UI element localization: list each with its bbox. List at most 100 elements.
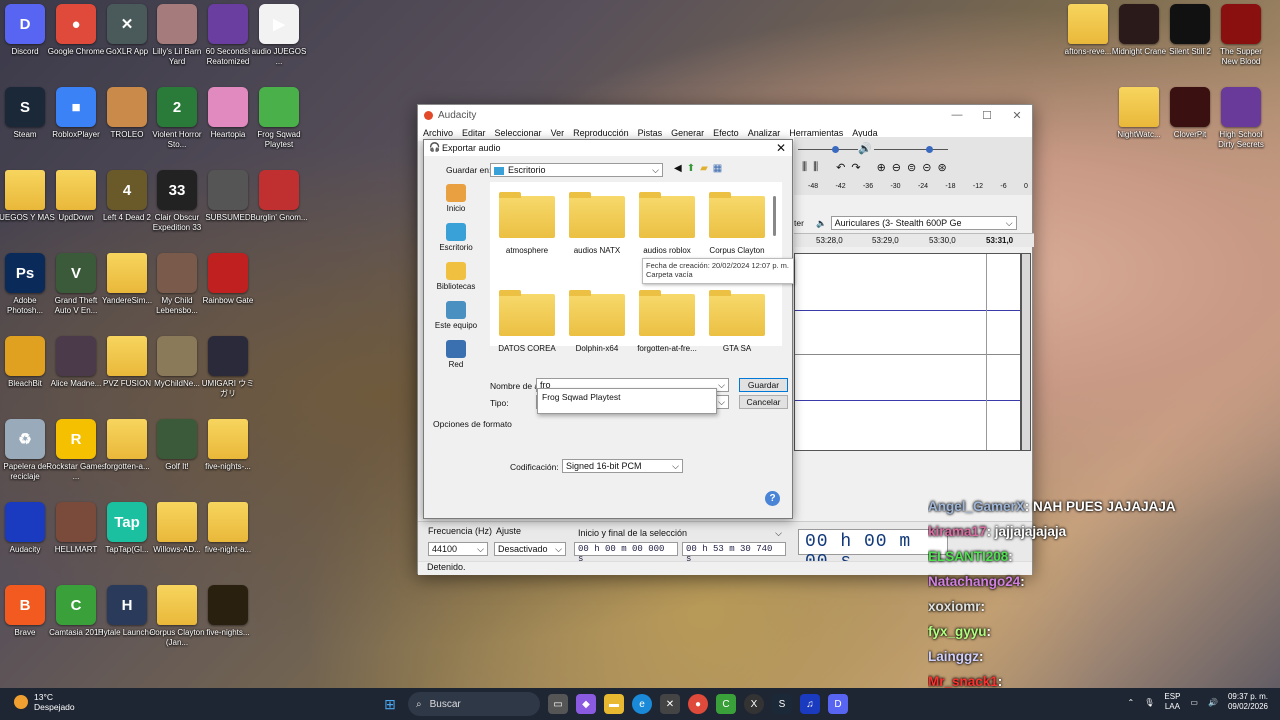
menu-generar[interactable]: Generar <box>671 128 704 138</box>
menu-editar[interactable]: Editar <box>462 128 486 138</box>
desktop-icon-robloxplayer[interactable]: ■ RobloxPlayer <box>48 87 104 140</box>
output-device-select[interactable]: Auriculares (3- Stealth 600P Ge ⌵ <box>830 216 1017 230</box>
selection-end-time[interactable]: 00 h 53 m 30 740 s <box>682 542 786 564</box>
language-indicator[interactable]: ESP LAA <box>1164 692 1180 712</box>
desktop-icon-frog-sqwad-playtest[interactable]: Frog Sqwad Playtest <box>251 87 307 150</box>
desktop-icon-rockstar-games[interactable]: R Rockstar Games ... <box>46 419 106 482</box>
tray-chevron-icon[interactable]: ⌃ <box>1128 698 1135 707</box>
desktop-icon-high-school-dirty-secrets[interactable]: High School Dirty Secrets <box>1213 87 1269 150</box>
desktop-icon-rainbow-gate[interactable]: Rainbow Gate <box>200 253 256 306</box>
desktop-icon-nightwatc[interactable]: NightWatc... <box>1111 87 1167 140</box>
minimize-icon[interactable]: — <box>942 109 972 122</box>
folder-item-forgotten-at-fre[interactable]: forgotten-at-fre... <box>632 290 702 353</box>
autocomplete-suggestion[interactable]: Frog Sqwad Playtest <box>537 388 717 414</box>
place-bibliotecas[interactable]: Bibliotecas <box>432 262 480 291</box>
desktop-icon-lilly-s-lil-barn-yard[interactable]: Lilly's Lil Barn Yard <box>149 4 205 67</box>
desktop-icon-willows-ad[interactable]: Willows-AD... <box>149 502 205 555</box>
folder-item-audios-natx[interactable]: audios NATX <box>562 192 632 255</box>
desktop-icon-60-seconds-reatomized[interactable]: 60 Seconds! Reatomized <box>200 4 256 67</box>
selection-start-time[interactable]: 00 h 00 m 00 000 s <box>574 542 678 564</box>
file-explorer-icon[interactable]: ▬ <box>604 694 624 714</box>
goxlr-icon[interactable]: ✕ <box>660 694 680 714</box>
time-display[interactable]: 00 h 00 m 00 s <box>798 529 948 572</box>
frecuencia-select[interactable]: 44100 ⌵ <box>428 542 488 556</box>
desktop-icon-five-nights[interactable]: five-nights... <box>200 585 256 638</box>
search-box[interactable]: ⌕ Buscar <box>408 692 540 716</box>
desktop-icon-heartopia[interactable]: Heartopia <box>200 87 256 140</box>
desktop-icon-alice-madne[interactable]: Alice Madne... <box>48 336 104 389</box>
desktop-icon-clair-obscur-expedition-33[interactable]: 33 Clair Obscur Expedition 33 <box>149 170 205 233</box>
desktop-icon-audio-juegos[interactable]: ▶ audio JUEGOS ... <box>251 4 307 67</box>
microphone-icon[interactable]: 🎙 <box>1144 698 1154 707</box>
desktop-icon-midnight-crane[interactable]: Midnight Crane <box>1111 4 1167 57</box>
new-folder-icon[interactable]: ▰ <box>700 163 708 174</box>
edge-icon[interactable]: e <box>632 694 652 714</box>
zoom-waveform-icon[interactable]: ⫼ <box>802 161 807 174</box>
fit-project-icon[interactable]: ⊝ <box>922 161 931 174</box>
menu-archivo[interactable]: Archivo <box>423 128 453 138</box>
menu-pistas[interactable]: Pistas <box>638 128 663 138</box>
speaker-icon[interactable]: 🔊 <box>858 142 872 155</box>
desktop-icon-violent-horror-sto[interactable]: 2 Violent Horror Sto... <box>149 87 205 150</box>
dialog-close-icon[interactable]: ✕ <box>776 141 786 155</box>
ajuste-select[interactable]: Desactivado ⌵ <box>494 542 566 556</box>
weather-widget[interactable]: 13°C Despejado <box>14 692 75 712</box>
track-scrollbar[interactable] <box>1021 253 1031 451</box>
desktop-icon-burglin-gnom[interactable]: Burglin' Gnom... <box>250 170 308 223</box>
desktop-icon-my-child-lebensbo[interactable]: My Child Lebensbo... <box>149 253 205 316</box>
timeline-ruler[interactable]: 53:28,0 53:29,0 53:30,0 53:31,0 <box>794 233 1034 247</box>
volume-slider[interactable]: 🔊 <box>798 142 948 155</box>
close-icon[interactable]: ✕ <box>1002 109 1032 122</box>
zoom-toggle-icon[interactable]: ⊛ <box>937 161 946 174</box>
seleccion-select[interactable]: Inicio y final de la selección ⌵ <box>574 526 786 540</box>
place-red[interactable]: Red <box>432 340 480 369</box>
audacity-task-icon[interactable]: ♫ <box>800 694 820 714</box>
folder-item-atmosphere[interactable]: atmosphere <box>492 192 562 255</box>
audio-track[interactable] <box>794 253 1021 451</box>
desktop-icon-grand-theft-auto-v-en[interactable]: V Grand Theft Auto V En... <box>48 253 104 316</box>
folder-item-datos-corea[interactable]: DATOS COREA <box>492 290 562 353</box>
help-icon[interactable]: ? <box>765 491 780 506</box>
desktop-icon-umigari[interactable]: UMIGARI ウミガリ <box>200 336 256 399</box>
codificacion-select[interactable]: Signed 16-bit PCM ⌵ <box>562 459 683 473</box>
desktop-icon-hellmart[interactable]: HELLMART <box>48 502 104 555</box>
menu-seleccionar[interactable]: Seleccionar <box>495 128 542 138</box>
place-este-equipo[interactable]: Este equipo <box>432 301 480 330</box>
volume-icon[interactable]: 🔊 <box>1208 698 1218 707</box>
desktop-icon-five-nights[interactable]: five-nights-... <box>200 419 256 472</box>
guardar-button[interactable]: Guardar <box>739 378 788 392</box>
desktop-icon-five-night-a[interactable]: five-night-a... <box>200 502 256 555</box>
desktop-icon-cloverpit[interactable]: CloverPit <box>1162 87 1218 140</box>
zoom-waveform2-icon[interactable]: ⫼ <box>813 161 818 174</box>
up-folder-icon[interactable]: ⬆ <box>687 163 695 174</box>
cancelar-button[interactable]: Cancelar <box>739 395 788 409</box>
desktop-icon-golf-it[interactable]: Golf It! <box>149 419 205 472</box>
menu-analizar[interactable]: Analizar <box>748 128 781 138</box>
back-icon[interactable]: ◀ <box>674 163 682 174</box>
start-icon[interactable]: ⊞ <box>380 694 400 714</box>
chrome-icon[interactable]: ● <box>688 694 708 714</box>
desktop-icon-silent-still-2[interactable]: Silent Still 2 <box>1162 4 1218 57</box>
desktop-icon-corpus-clayton-jan[interactable]: Corpus Clayton (Jan... <box>149 585 205 648</box>
folder-item-audios-roblox[interactable]: audios roblox <box>632 192 702 255</box>
redo-icon[interactable]: ↷ <box>851 161 860 174</box>
desktop-icon-upddown[interactable]: UpdDown <box>48 170 104 223</box>
maximize-icon[interactable]: ☐ <box>972 109 1002 122</box>
place-inicio[interactable]: Inicio <box>432 184 480 213</box>
camtasia-icon[interactable]: C <box>716 694 736 714</box>
menu-ver[interactable]: Ver <box>551 128 565 138</box>
desktop-icon-google-chrome[interactable]: ● Google Chrome <box>48 4 104 57</box>
folder-item-dolphin-x64[interactable]: Dolphin-x64 <box>562 290 632 353</box>
place-escritorio[interactable]: Escritorio <box>432 223 480 252</box>
undo-icon[interactable]: ↶ <box>836 161 845 174</box>
discord-task-icon[interactable]: D <box>828 694 848 714</box>
copilot-icon[interactable]: ◆ <box>576 694 596 714</box>
guardar-en-select[interactable]: Escritorio ⌵ <box>490 163 663 177</box>
steam-icon[interactable]: S <box>772 694 792 714</box>
xbox-icon[interactable]: X <box>744 694 764 714</box>
folder-item-gta-sa[interactable]: GTA SA <box>702 290 772 353</box>
folder-item-corpus-clayton[interactable]: Corpus Clayton <box>702 192 772 255</box>
task-view-icon[interactable]: ▭ <box>548 694 568 714</box>
view-menu-icon[interactable]: ▦ <box>713 163 722 174</box>
fit-selection-icon[interactable]: ⊜ <box>907 161 916 174</box>
